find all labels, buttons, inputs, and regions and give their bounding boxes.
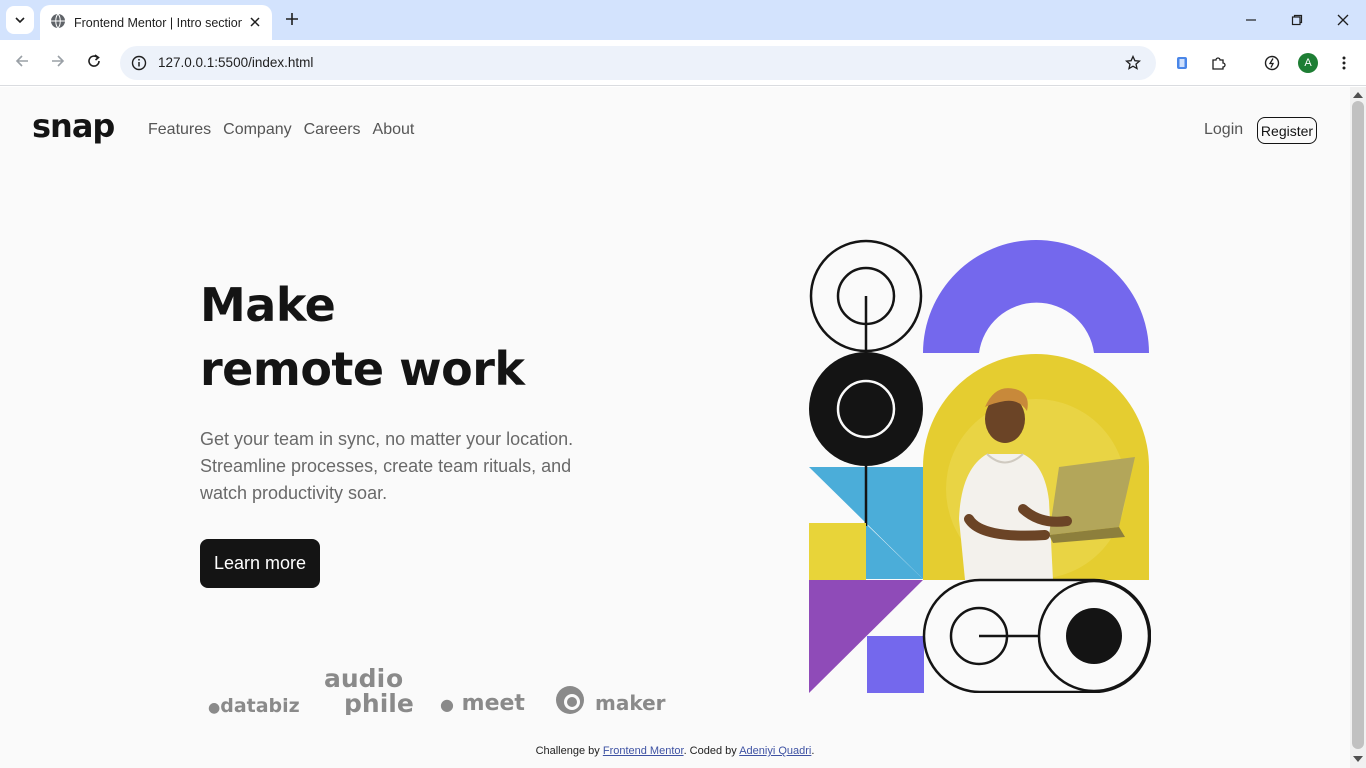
back-button[interactable]	[8, 49, 36, 77]
url-text: 127.0.0.1:5500/index.html	[158, 55, 314, 70]
learn-more-button[interactable]: Learn more	[200, 539, 320, 588]
hero-subtext: Get your team in sync, no matter your lo…	[200, 429, 574, 503]
client-logos: ●databiz audi o phile ● meet maker	[200, 664, 666, 718]
arrow-right-icon	[50, 53, 66, 73]
puzzle-icon[interactable]	[1206, 51, 1230, 75]
maker-mark-icon	[555, 685, 585, 720]
scroll-thumb[interactable]	[1352, 101, 1364, 749]
hero-headline: Make remote work	[200, 273, 525, 401]
plus-icon	[285, 11, 299, 30]
profile-initial: A	[1298, 53, 1318, 73]
close-tab-icon[interactable]	[246, 13, 264, 31]
profile-avatar[interactable]: A	[1296, 51, 1320, 75]
browser-tab[interactable]: Frontend Mentor | Intro section	[40, 5, 272, 40]
restore-button[interactable]	[1285, 8, 1309, 32]
nav-features[interactable]: Features	[148, 121, 211, 139]
scroll-down-icon[interactable]	[1353, 756, 1363, 762]
headline-line-2: remote work	[200, 342, 525, 396]
meet-logo: ● meet	[440, 691, 525, 716]
restore-icon	[1291, 11, 1303, 30]
svg-text:phile: phile	[344, 689, 414, 715]
extension-icon[interactable]	[1170, 51, 1194, 75]
maker-text: maker	[595, 690, 666, 715]
databiz-text: databiz	[220, 695, 300, 717]
new-tab-button[interactable]	[280, 8, 304, 32]
tab-search-button[interactable]	[6, 6, 34, 34]
reload-icon	[86, 53, 102, 73]
purple-square	[867, 636, 924, 693]
chevron-down-icon	[14, 11, 26, 30]
frontend-mentor-link[interactable]: Frontend Mentor	[603, 745, 684, 757]
page-viewport: snap Features Company Careers About Logi…	[0, 87, 1350, 768]
forward-button[interactable]	[44, 49, 72, 77]
audiophile-logo: audi o phile	[324, 664, 420, 718]
close-window-button[interactable]	[1331, 8, 1355, 32]
globe-icon	[50, 13, 66, 33]
yellow-square	[809, 523, 866, 580]
meet-text: meet	[461, 691, 525, 716]
maker-logo: maker	[555, 685, 666, 720]
browser-tab-strip: Frontend Mentor | Intro section	[0, 0, 1366, 40]
performance-icon[interactable]	[1260, 51, 1284, 75]
close-icon	[1337, 11, 1349, 30]
footer-suffix: .	[811, 745, 815, 757]
snap-logo[interactable]: snap	[32, 107, 115, 145]
bookmark-star-icon[interactable]	[1122, 52, 1144, 74]
bottom-black-dot	[1066, 608, 1122, 664]
site-info-icon[interactable]	[128, 52, 150, 74]
attribution-footer: Challenge by Frontend Mentor. Coded by A…	[0, 745, 1350, 757]
black-circle	[809, 352, 923, 466]
vertical-scrollbar[interactable]	[1350, 87, 1366, 768]
tab-title: Frontend Mentor | Intro section	[74, 15, 242, 30]
address-bar[interactable]: 127.0.0.1:5500/index.html	[120, 46, 1156, 80]
footer-prefix: Challenge by	[535, 745, 603, 757]
purple-arch	[923, 240, 1149, 353]
nav-careers[interactable]: Careers	[304, 121, 361, 139]
arrow-left-icon	[14, 53, 30, 73]
nav-company[interactable]: Company	[223, 121, 291, 139]
hero-illustration	[809, 239, 1152, 694]
login-link[interactable]: Login	[1204, 121, 1243, 139]
scroll-up-icon[interactable]	[1353, 92, 1363, 98]
databiz-logo: ●databiz	[208, 695, 300, 717]
nav-about[interactable]: About	[373, 121, 415, 139]
menu-dots-icon[interactable]	[1332, 51, 1356, 75]
main-nav: Features Company Careers About	[148, 121, 414, 139]
minimize-icon	[1245, 11, 1257, 30]
author-link[interactable]: Adeniyi Quadri	[739, 745, 811, 757]
footer-middle: . Coded by	[683, 745, 740, 757]
register-button[interactable]: Register	[1257, 117, 1317, 144]
browser-toolbar: 127.0.0.1:5500/index.html A	[0, 40, 1366, 86]
reload-button[interactable]	[80, 49, 108, 77]
headline-line-1: Make	[200, 278, 336, 332]
minimize-button[interactable]	[1239, 8, 1263, 32]
